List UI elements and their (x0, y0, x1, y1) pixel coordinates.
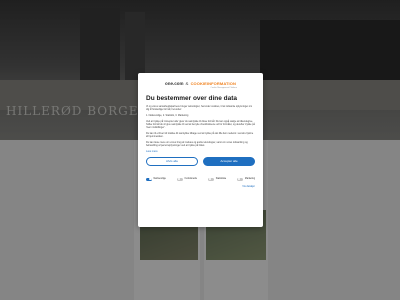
toggle-switch[interactable] (146, 177, 152, 181)
toggle-switch[interactable] (237, 177, 244, 181)
body-paragraph: Du kan til enhver tid trække dit samtykk… (146, 131, 254, 138)
body-paragraph: 1. Nødvendige, 2. Statistik, 3. Marketin… (146, 113, 189, 117)
deny-all-button[interactable]: Afvis alle (146, 156, 198, 166)
toggle-marketing[interactable]: Marketing (237, 177, 255, 181)
dialog-body: Vi og vores samarbejdspartnere bruger te… (146, 105, 255, 147)
consent-brand: one.com & COOKIEINFORMATION (146, 79, 255, 87)
body-paragraph: Vi og vores samarbejdspartnere bruger te… (146, 105, 253, 112)
toggle-label: Funktionelle (184, 178, 197, 181)
toggle-label: Marketing (244, 178, 255, 181)
brand-partner-sub: Cookie Management Platform (210, 87, 237, 89)
brand-name: one.com (165, 80, 184, 86)
toggle-switch[interactable] (208, 177, 215, 181)
dialog-title: Du bestemmer over dine data (146, 95, 238, 102)
toggle-label: Nødvendige (153, 178, 166, 181)
consent-category-toggles: Nødvendige Funktionelle Statistiske Mark… (146, 177, 255, 181)
brand-partner: COOKIEINFORMATION (190, 80, 236, 86)
toggle-necessary[interactable]: Nødvendige (146, 177, 166, 181)
read-more-link[interactable]: Læs mere (146, 150, 255, 153)
consent-buttons: Afvis alle Accepter alle (146, 156, 255, 166)
accept-all-button[interactable]: Accepter alle (203, 156, 255, 166)
toggle-statistics[interactable]: Statistiske (208, 177, 227, 181)
body-paragraph: Du kan læse mere om vores brug af cookie… (146, 140, 248, 147)
toggle-label: Statistiske (215, 178, 227, 181)
brand-amp: & (185, 80, 189, 86)
cookie-consent-dialog: one.com & COOKIEINFORMATION Cookie Manag… (138, 73, 263, 227)
toggle-switch[interactable] (177, 177, 184, 181)
body-paragraph: Ved at trykke på 'Accepter alle' giver d… (146, 119, 255, 130)
show-details-link[interactable]: Vis detaljer (146, 185, 255, 188)
toggle-functional[interactable]: Funktionelle (177, 177, 197, 181)
